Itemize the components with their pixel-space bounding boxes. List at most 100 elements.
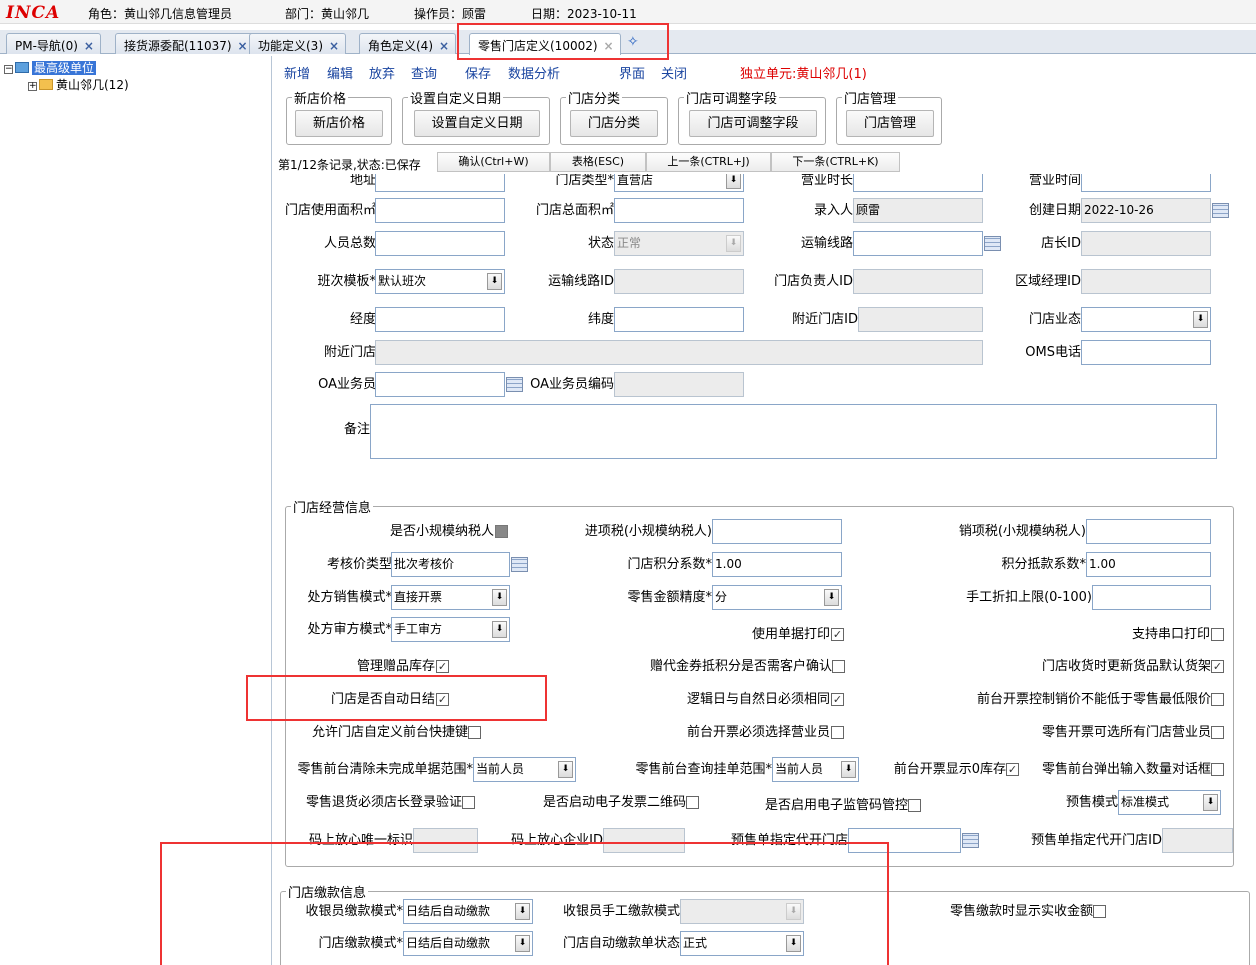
oms-phone-input[interactable] <box>1081 340 1211 365</box>
adjustable-fields-button[interactable]: 门店可调整字段 <box>689 110 817 137</box>
tree-node-huangshan[interactable]: + 黄山邻几(12) <box>28 76 129 93</box>
amount-precision-select[interactable]: 分 ⬇ <box>712 585 842 610</box>
toolbar-close[interactable]: 关闭 <box>661 63 687 82</box>
return-verify-checkbox[interactable] <box>462 796 475 809</box>
toolbar-save[interactable]: 保存 <box>465 63 491 82</box>
prev-record-button[interactable]: 上一条(CTRL+J) <box>646 152 771 172</box>
label-rx-sale-mode: 处方销售模式* <box>307 590 392 605</box>
toolbar-interface[interactable]: 界面 <box>619 63 645 82</box>
serial-print-checkbox[interactable] <box>1211 628 1224 641</box>
remark-textarea[interactable] <box>370 404 1217 459</box>
calendar-icon[interactable] <box>506 377 523 392</box>
tab-role-def[interactable]: 角色定义(4) × <box>359 33 457 54</box>
staff-total-input[interactable] <box>375 231 505 256</box>
clear-scope-select[interactable]: 当前人员 ⬇ <box>473 757 576 782</box>
label-staff-total: 人员总数 <box>323 236 376 251</box>
dropdown-arrow-icon[interactable]: ⬇ <box>1193 311 1208 328</box>
table-button[interactable]: 表格(ESC) <box>550 152 646 172</box>
new-store-price-button[interactable]: 新店价格 <box>295 110 383 137</box>
select-value: 直接开票 <box>394 590 443 604</box>
dropdown-arrow-icon[interactable]: ⬇ <box>726 172 741 189</box>
voucher-confirm-checkbox[interactable] <box>832 660 845 673</box>
collapse-icon[interactable]: − <box>4 65 13 74</box>
output-tax-input[interactable] <box>1086 519 1211 544</box>
small-taxpayer-checkbox[interactable] <box>495 525 508 538</box>
group-legend: 门店分类 <box>568 92 621 107</box>
toolbar-discard[interactable]: 放弃 <box>369 63 395 82</box>
close-icon[interactable]: × <box>238 39 248 53</box>
presale-mode-select[interactable]: 标准模式 ⬇ <box>1118 790 1221 815</box>
toolbar-query[interactable]: 查询 <box>411 63 437 82</box>
close-icon[interactable]: × <box>84 39 94 53</box>
label-manual-discount: 手工折扣上限(0-100) <box>966 590 1092 605</box>
org-tree-panel: − 最高级单位 + 黄山邻几(12) <box>0 56 272 965</box>
show-actual-checkbox[interactable] <box>1093 905 1106 918</box>
input-tax-input[interactable] <box>712 519 842 544</box>
calendar-icon[interactable] <box>962 833 979 848</box>
tab-source-dispatch[interactable]: 接货源委配(11037) × <box>115 33 255 54</box>
store-management-button[interactable]: 门店管理 <box>846 110 934 137</box>
use-area-input[interactable] <box>375 198 505 223</box>
all-clerks-checkbox[interactable] <box>1211 726 1224 739</box>
min-price-checkbox[interactable] <box>1211 693 1224 706</box>
store-class-button[interactable]: 门店分类 <box>570 110 658 137</box>
gift-stock-checkbox[interactable]: ✓ <box>436 660 449 673</box>
dropdown-arrow-icon[interactable]: ⬇ <box>492 589 507 606</box>
tab-pm-nav[interactable]: PM-导航(0) × <box>6 33 101 54</box>
label-show-zero-stock: 前台开票显示0库存 <box>893 762 1006 777</box>
select-value: 分 <box>715 590 728 604</box>
oa-staff-input[interactable] <box>375 372 505 397</box>
label-check-price-type: 考核价类型 <box>326 557 392 572</box>
tree-node-root[interactable]: − 最高级单位 <box>4 59 97 76</box>
unit-label: 独立单元:黄山邻几(1) <box>740 67 867 82</box>
points-factor-input[interactable]: 1.00 <box>712 552 842 577</box>
label-must-select-clerk: 前台开票必须选择营业员 <box>686 725 830 740</box>
dropdown-arrow-icon[interactable]: ⬇ <box>824 589 839 606</box>
label-presale-mode: 预售模式 <box>1065 795 1118 810</box>
dropdown-arrow-icon[interactable]: ⬇ <box>558 761 573 778</box>
must-select-clerk-checkbox[interactable] <box>831 726 844 739</box>
supervision-code-checkbox[interactable] <box>908 799 921 812</box>
calendar-icon[interactable] <box>1212 203 1229 218</box>
dropdown-arrow-icon[interactable]: ⬇ <box>1203 794 1218 811</box>
rx-sale-mode-select[interactable]: 直接开票 ⬇ <box>391 585 510 610</box>
toolbar-new[interactable]: 新增 <box>284 63 310 82</box>
nearby-store-field <box>375 340 983 365</box>
show-zero-stock-checkbox[interactable]: ✓ <box>1006 763 1019 776</box>
date-text: 日期：2023-10-11 <box>531 7 637 21</box>
dropdown-arrow-icon[interactable]: ⬇ <box>492 621 507 638</box>
einvoice-qr-checkbox[interactable] <box>686 796 699 809</box>
total-area-input[interactable] <box>614 198 744 223</box>
label-serial-print: 支持串口打印 <box>1131 627 1210 642</box>
confirm-button[interactable]: 确认(Ctrl+W) <box>437 152 550 172</box>
route-input[interactable] <box>853 231 983 256</box>
qty-dialog-checkbox[interactable] <box>1211 763 1224 776</box>
entered-by-field: 顾雷 <box>853 198 983 223</box>
logic-date-checkbox[interactable]: ✓ <box>831 693 844 706</box>
points-offset-input[interactable]: 1.00 <box>1086 552 1211 577</box>
update-shelf-checkbox[interactable]: ✓ <box>1211 660 1224 673</box>
next-record-button[interactable]: 下一条(CTRL+K) <box>771 152 900 172</box>
use-receipt-print-checkbox[interactable]: ✓ <box>831 628 844 641</box>
expand-icon[interactable]: + <box>28 82 37 91</box>
calendar-icon[interactable] <box>511 557 528 572</box>
close-icon[interactable]: × <box>439 39 449 53</box>
latitude-input[interactable] <box>614 307 744 332</box>
label-supervision-code: 是否启用电子监管码管控 <box>764 798 908 813</box>
query-scope-select[interactable]: 当前人员 ⬇ <box>772 757 859 782</box>
toolbar-edit[interactable]: 编辑 <box>327 63 353 82</box>
custom-shortcut-checkbox[interactable] <box>468 726 481 739</box>
shift-template-select[interactable]: 默认班次 ⬇ <box>375 269 505 294</box>
custom-date-button[interactable]: 设置自定义日期 <box>414 110 540 137</box>
longitude-input[interactable] <box>375 307 505 332</box>
rx-review-mode-select[interactable]: 手工审方 ⬇ <box>391 617 510 642</box>
tab-function-def[interactable]: 功能定义(3) × <box>249 33 347 54</box>
label-output-tax: 销项税(小规模纳税人) <box>958 524 1086 539</box>
dropdown-arrow-icon[interactable]: ⬇ <box>487 273 502 290</box>
check-price-type-field[interactable]: 批次考核价 <box>391 552 510 577</box>
dropdown-arrow-icon[interactable]: ⬇ <box>841 761 856 778</box>
store-status-select[interactable]: ⬇ <box>1081 307 1211 332</box>
close-icon[interactable]: × <box>329 39 339 53</box>
toolbar-data-analysis[interactable]: 数据分析 <box>508 63 560 82</box>
manual-discount-input[interactable] <box>1092 585 1211 610</box>
